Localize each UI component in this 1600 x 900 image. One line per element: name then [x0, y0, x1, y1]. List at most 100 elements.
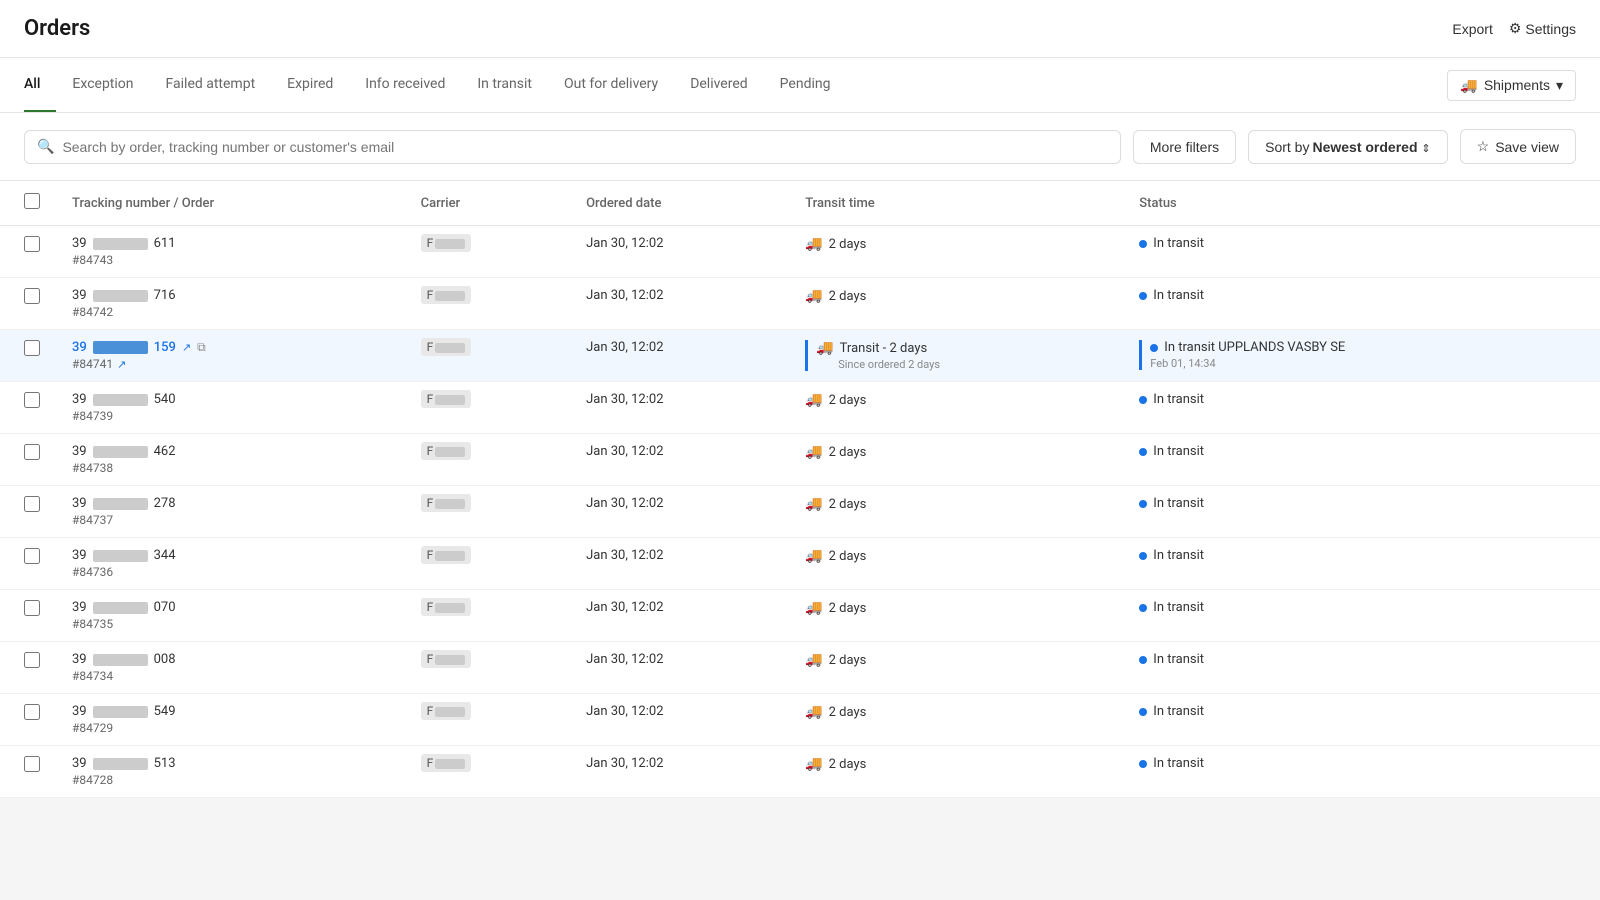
row-checkbox[interactable]: [24, 444, 40, 460]
transit-time-cell: 🚚 2 days: [789, 694, 1123, 746]
transit-time-cell: 🚚 2 days: [789, 382, 1123, 434]
status-text: In transit: [1153, 704, 1204, 719]
tab-delivered[interactable]: Delivered: [674, 58, 763, 112]
status-dot: [1139, 292, 1147, 300]
orders-table: Tracking number / Order Carrier Ordered …: [0, 181, 1600, 798]
row-checkbox[interactable]: [24, 548, 40, 564]
table-row: 39716 #84742 FJan 30, 12:02 🚚 2 days In …: [0, 278, 1600, 330]
row-checkbox[interactable]: [24, 496, 40, 512]
carrier-badge: F: [421, 338, 472, 356]
carrier-badge: F: [421, 234, 472, 252]
transit-main: 🚚 2 days: [805, 236, 1107, 252]
truck-small-icon: 🚚: [805, 496, 822, 512]
tracking-number: 39462: [72, 444, 389, 459]
status-badge: In transit: [1139, 600, 1584, 615]
tab-exception[interactable]: Exception: [56, 58, 149, 112]
more-filters-button[interactable]: More filters: [1133, 130, 1236, 164]
col-carrier: Carrier: [405, 181, 570, 226]
status-text: In transit: [1153, 392, 1204, 407]
save-view-button[interactable]: ☆ Save view: [1460, 129, 1576, 164]
row-checkbox[interactable]: [24, 652, 40, 668]
tab-expired[interactable]: Expired: [271, 58, 349, 112]
transit-time-cell: 🚚 2 days: [789, 486, 1123, 538]
tab-failed-attempt[interactable]: Failed attempt: [150, 58, 272, 112]
status-badge: In transit UPPLANDS VASBY SE: [1150, 340, 1584, 355]
status-cell: In transit: [1123, 278, 1600, 330]
tracking-cell: 39344 #84736: [56, 538, 405, 590]
tab-all[interactable]: All: [24, 58, 56, 112]
header-actions: Export ⚙ Settings: [1452, 20, 1576, 37]
status-text: In transit: [1153, 600, 1204, 615]
status-dot: [1139, 396, 1147, 404]
external-link-icon[interactable]: ↗: [182, 341, 191, 354]
truck-small-icon: 🚚: [805, 236, 822, 252]
row-checkbox[interactable]: [24, 392, 40, 408]
gear-icon: ⚙: [1509, 20, 1522, 37]
ordered-date-cell: Jan 30, 12:02: [570, 330, 789, 382]
sort-button[interactable]: Sort byNewest ordered ⇕: [1248, 130, 1448, 164]
carrier-badge: F: [421, 494, 472, 512]
order-number: #84737: [72, 513, 389, 527]
row-checkbox[interactable]: [24, 600, 40, 616]
col-status: Status: [1123, 181, 1600, 226]
table-container: Tracking number / Order Carrier Ordered …: [0, 181, 1600, 798]
tracking-number: 39070: [72, 600, 389, 615]
status-dot: [1139, 708, 1147, 716]
row-checkbox[interactable]: [24, 704, 40, 720]
tracking-cell: 39462 #84738: [56, 434, 405, 486]
table-row: 39513 #84728 FJan 30, 12:02 🚚 2 days In …: [0, 746, 1600, 798]
order-number: #84736: [72, 565, 389, 579]
row-checkbox[interactable]: [24, 756, 40, 772]
transit-main: 🚚 2 days: [805, 444, 1107, 460]
transit-time-cell: 🚚 2 days: [789, 278, 1123, 330]
row-checkbox[interactable]: [24, 236, 40, 252]
tracking-number: 39278: [72, 496, 389, 511]
carrier-badge: F: [421, 286, 472, 304]
tab-in-transit[interactable]: In transit: [461, 58, 548, 112]
status-cell: In transit: [1123, 226, 1600, 278]
truck-small-icon: 🚚: [805, 600, 822, 616]
status-text: In transit: [1153, 288, 1204, 303]
status-text: In transit: [1153, 236, 1204, 251]
status-cell: In transit UPPLANDS VASBY SE Feb 01, 14:…: [1123, 330, 1600, 382]
status-badge: In transit: [1139, 548, 1584, 563]
chevron-down-icon: ▾: [1556, 77, 1563, 94]
order-number: #84741 ↗: [72, 357, 389, 371]
transit-main: 🚚 Transit - 2 days: [816, 340, 1107, 356]
status-text: In transit: [1153, 496, 1204, 511]
carrier-cell: F: [405, 278, 570, 330]
carrier-badge: F: [421, 442, 472, 460]
row-checkbox[interactable]: [24, 288, 40, 304]
ordered-date-cell: Jan 30, 12:02: [570, 486, 789, 538]
tab-out-for-delivery[interactable]: Out for delivery: [548, 58, 674, 112]
select-all-checkbox[interactable]: [24, 193, 40, 209]
row-checkbox[interactable]: [24, 340, 40, 356]
carrier-cell: F: [405, 434, 570, 486]
transit-time-cell: 🚚 2 days: [789, 434, 1123, 486]
ordered-date-cell: Jan 30, 12:02: [570, 590, 789, 642]
carrier-cell: F: [405, 746, 570, 798]
copy-icon[interactable]: ⧉: [197, 340, 206, 355]
tracking-number: 39159 ↗ ⧉: [72, 340, 389, 355]
status-dot: [1139, 240, 1147, 248]
tracking-cell: 39549 #84729: [56, 694, 405, 746]
search-input[interactable]: [62, 139, 1107, 155]
shipments-button[interactable]: 🚚 Shipments ▾: [1447, 70, 1576, 101]
search-icon: 🔍: [37, 139, 54, 155]
tab-info-received[interactable]: Info received: [349, 58, 461, 112]
order-number: #84728: [72, 773, 389, 787]
order-link-icon[interactable]: ↗: [117, 358, 126, 371]
order-number: #84743: [72, 253, 389, 267]
ordered-date-cell: Jan 30, 12:02: [570, 642, 789, 694]
status-cell: In transit: [1123, 382, 1600, 434]
export-button[interactable]: Export: [1452, 21, 1492, 37]
status-dot: [1150, 344, 1158, 352]
tab-pending[interactable]: Pending: [764, 58, 847, 112]
settings-button[interactable]: ⚙ Settings: [1509, 20, 1576, 37]
col-transit-time: Transit time: [789, 181, 1123, 226]
col-checkbox: [0, 181, 56, 226]
status-badge: In transit: [1139, 444, 1584, 459]
truck-small-icon: 🚚: [805, 756, 822, 772]
tracking-cell: 39513 #84728: [56, 746, 405, 798]
truck-small-icon: 🚚: [805, 392, 822, 408]
